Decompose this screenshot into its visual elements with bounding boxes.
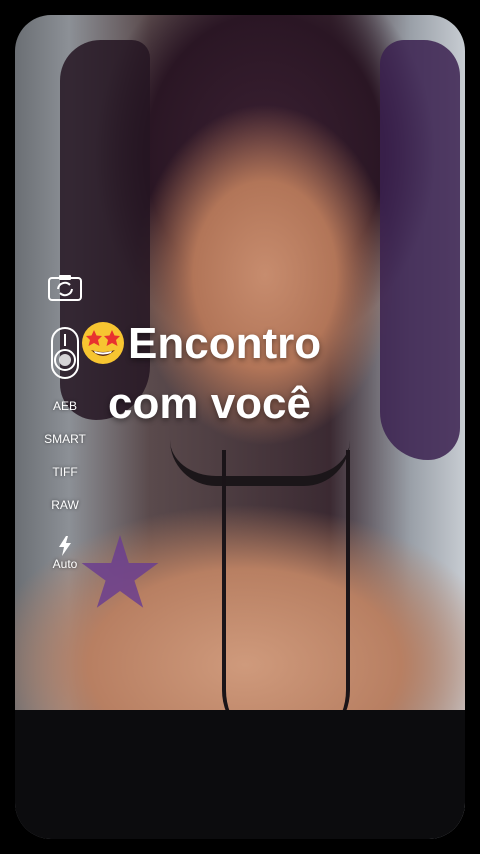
flash-icon[interactable] bbox=[56, 536, 74, 556]
caption-line-1: Encontro bbox=[128, 319, 322, 368]
raw-toggle[interactable]: RAW bbox=[40, 498, 90, 512]
smart-toggle[interactable]: SMART bbox=[40, 432, 90, 446]
photo-necklace bbox=[222, 450, 350, 750]
photo-shirt bbox=[15, 710, 465, 839]
caption-text: Encontro com você bbox=[80, 318, 440, 430]
star-struck-emoji-icon bbox=[80, 320, 126, 378]
tiff-toggle[interactable]: TIFF bbox=[40, 465, 90, 479]
camera-switch-icon[interactable] bbox=[48, 274, 82, 302]
caption-line-2: com você bbox=[108, 379, 311, 428]
flash-mode-label[interactable]: Auto bbox=[40, 557, 90, 571]
shutter-dial-icon[interactable] bbox=[50, 326, 80, 380]
